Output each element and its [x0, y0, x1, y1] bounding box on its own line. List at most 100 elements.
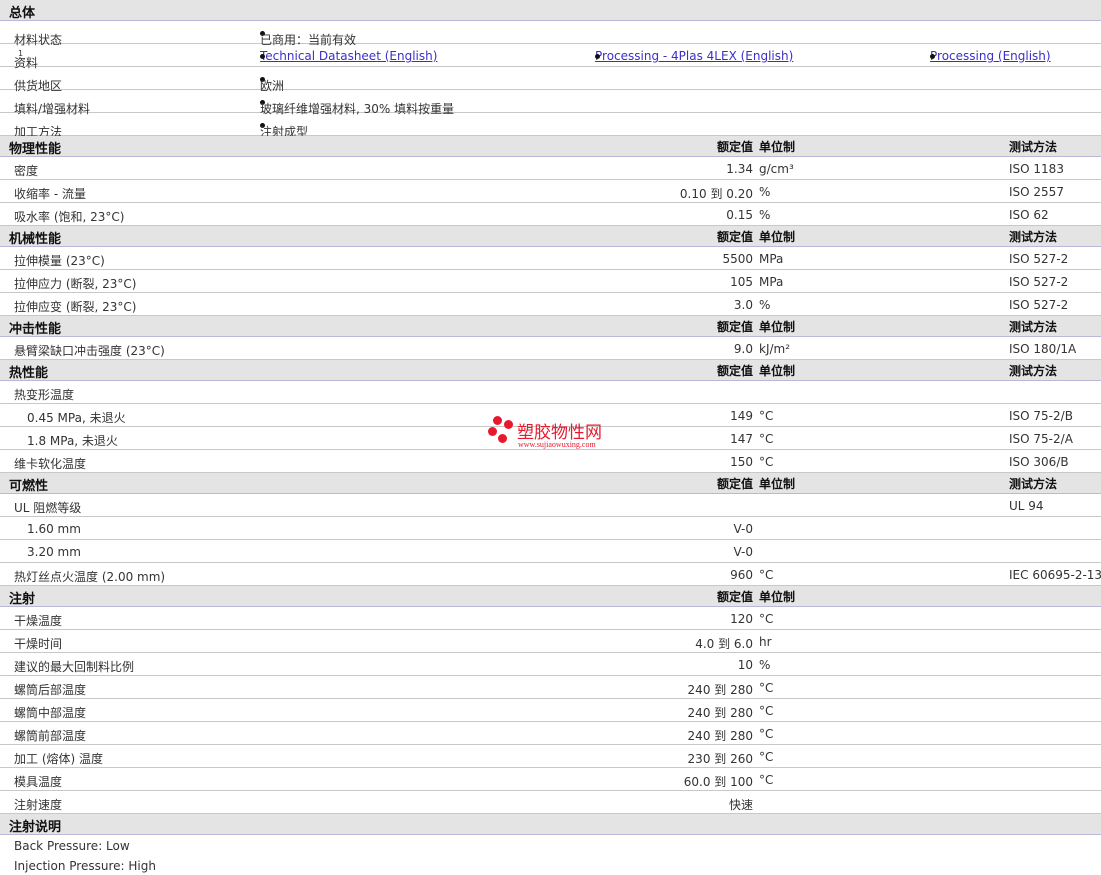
property-name: 0.45 MPa, 未退火: [27, 411, 126, 425]
property-name: 拉伸应力 (断裂, 23°C): [14, 277, 137, 291]
property-name: 热灯丝点火温度 (2.00 mm): [14, 570, 166, 584]
property-unit: °C: [759, 750, 774, 764]
property-unit: %: [759, 185, 771, 199]
property-row: 模具温度 60.0 到 100 °C: [0, 768, 1101, 791]
column-header-method: 测试方法: [1009, 477, 1058, 491]
property-unit: MPa: [759, 275, 784, 289]
property-unit: g/cm³: [759, 162, 794, 176]
property-unit: °C: [759, 455, 774, 469]
property-unit: %: [759, 298, 771, 312]
section-title: 注射: [9, 592, 36, 607]
column-header-method: 测试方法: [1009, 230, 1058, 244]
test-method: UL 94: [1009, 499, 1044, 513]
property-name: 干燥温度: [14, 614, 63, 628]
property-unit: %: [759, 208, 771, 222]
property-row: 建议的最大回制料比例 10%: [0, 653, 1101, 676]
property-unit: °C: [759, 704, 774, 718]
column-header-unit: 单位制: [759, 590, 796, 604]
note-text: Injection Pressure: High: [14, 859, 156, 873]
property-value: 1.34: [726, 162, 753, 176]
property-unit: °C: [759, 612, 774, 626]
property-value: 0.15: [726, 208, 753, 222]
section-header-general: 总体: [0, 0, 1101, 21]
property-value: 960: [730, 568, 753, 582]
property-row: 螺筒中部温度 240 到 280 °C: [0, 699, 1101, 722]
property-value: V-0: [733, 522, 753, 536]
property-name: UL 阻燃等级: [14, 501, 82, 515]
property-unit: hr: [759, 635, 772, 649]
general-row: 材料状态 已商用：当前有效: [0, 21, 1101, 47]
property-name: 1.60 mm: [27, 522, 81, 536]
column-header-method: 测试方法: [1009, 320, 1058, 334]
property-value: 240 到 280: [687, 683, 753, 697]
property-value: 10: [737, 658, 753, 672]
property-row: 1.60 mm V-0: [0, 517, 1101, 540]
test-method: ISO 527-2: [1009, 252, 1069, 266]
property-unit: °C: [759, 773, 774, 787]
property-value: 0.10 到 0.20: [679, 187, 753, 201]
section-header: 热性能 额定值 单位制 测试方法: [0, 360, 1101, 381]
property-value: 4.0 到 6.0: [695, 637, 753, 651]
test-method: ISO 75-2/B: [1009, 409, 1073, 423]
property-unit: kJ/m²: [759, 342, 791, 356]
property-row: 拉伸应变 (断裂, 23°C) 3.0% ISO 527-2: [0, 293, 1101, 316]
column-header-unit: 单位制: [759, 364, 796, 378]
general-row: 加工方法 注射成型: [0, 113, 1101, 139]
property-value: V-0: [733, 545, 753, 559]
property-value: 5500: [722, 252, 753, 266]
property-name: 螺筒前部温度: [14, 729, 87, 743]
property-unit: °C: [759, 432, 774, 446]
property-name: 螺筒中部温度: [14, 706, 87, 720]
test-method: IEC 60695-2-13: [1009, 568, 1101, 582]
property-value: 9.0: [733, 342, 753, 356]
property-name: 加工 (熔体) 温度: [14, 752, 103, 766]
document-link[interactable]: Processing - 4Plas 4LEX (English): [595, 49, 793, 63]
property-value: 240 到 280: [687, 706, 753, 720]
general-row: 供货地区 欧洲: [0, 67, 1101, 93]
test-method: ISO 1183: [1009, 162, 1064, 176]
section-header: 注射 额定值 单位制: [0, 586, 1101, 607]
property-value: 240 到 280: [687, 729, 753, 743]
column-header-unit: 单位制: [759, 477, 796, 491]
column-header-unit: 单位制: [759, 230, 796, 244]
property-name: 拉伸应变 (断裂, 23°C): [14, 300, 137, 314]
property-name: 1.8 MPa, 未退火: [27, 434, 118, 448]
property-value: 120: [730, 612, 753, 626]
property-name: 维卡软化温度: [14, 457, 87, 471]
column-header-value: 额定值: [716, 364, 753, 378]
property-value: 230 到 260: [687, 752, 753, 766]
column-header-value: 额定值: [716, 477, 753, 491]
property-unit: °C: [759, 681, 774, 695]
section-title: 物理性能: [9, 142, 62, 157]
column-header-value: 额定值: [716, 590, 753, 604]
property-unit: %: [759, 658, 771, 672]
section-title: 注射说明: [9, 820, 62, 835]
property-name: 热变形温度: [14, 388, 75, 402]
property-value: 105: [730, 275, 753, 289]
section-title: 冲击性能: [9, 322, 62, 337]
section-header: 机械性能 额定值 单位制 测试方法: [0, 226, 1101, 247]
column-header-value: 额定值: [716, 140, 753, 154]
property-name: 悬臂梁缺口冲击强度 (23°C): [14, 344, 165, 358]
test-method: ISO 62: [1009, 208, 1049, 222]
general-row: 资料 1 Technical Datasheet (English) Processi…: [0, 44, 1101, 70]
section-title: 可燃性: [9, 479, 49, 494]
test-method: ISO 75-2/A: [1009, 432, 1073, 446]
property-row: 维卡软化温度 150 °C ISO 306/B: [0, 450, 1101, 473]
property-row: 吸水率 (饱和, 23°C) 0.15% ISO 62: [0, 203, 1101, 226]
bullet-icon: [260, 54, 265, 59]
watermark-url: www.sujiaowuxing.com: [518, 440, 596, 449]
document-link[interactable]: Technical Datasheet (English): [260, 49, 437, 63]
property-value: 149: [730, 409, 753, 423]
section-header: 可燃性 额定值 单位制 测试方法: [0, 473, 1101, 494]
note-text: Back Pressure: Low: [14, 839, 130, 853]
logo-dots-icon: [488, 416, 514, 446]
column-header-method: 测试方法: [1009, 140, 1058, 154]
general-item: Technical Datasheet (English): [260, 49, 437, 63]
document-link[interactable]: Processing (English): [930, 49, 1051, 63]
property-row: 干燥时间 4.0 到 6.0 hr: [0, 630, 1101, 653]
property-row: 拉伸应力 (断裂, 23°C) 105 MPa ISO 527-2: [0, 270, 1101, 293]
property-name: 吸水率 (饱和, 23°C): [14, 210, 125, 224]
property-unit: °C: [759, 568, 774, 582]
property-name: 建议的最大回制料比例: [14, 660, 135, 674]
